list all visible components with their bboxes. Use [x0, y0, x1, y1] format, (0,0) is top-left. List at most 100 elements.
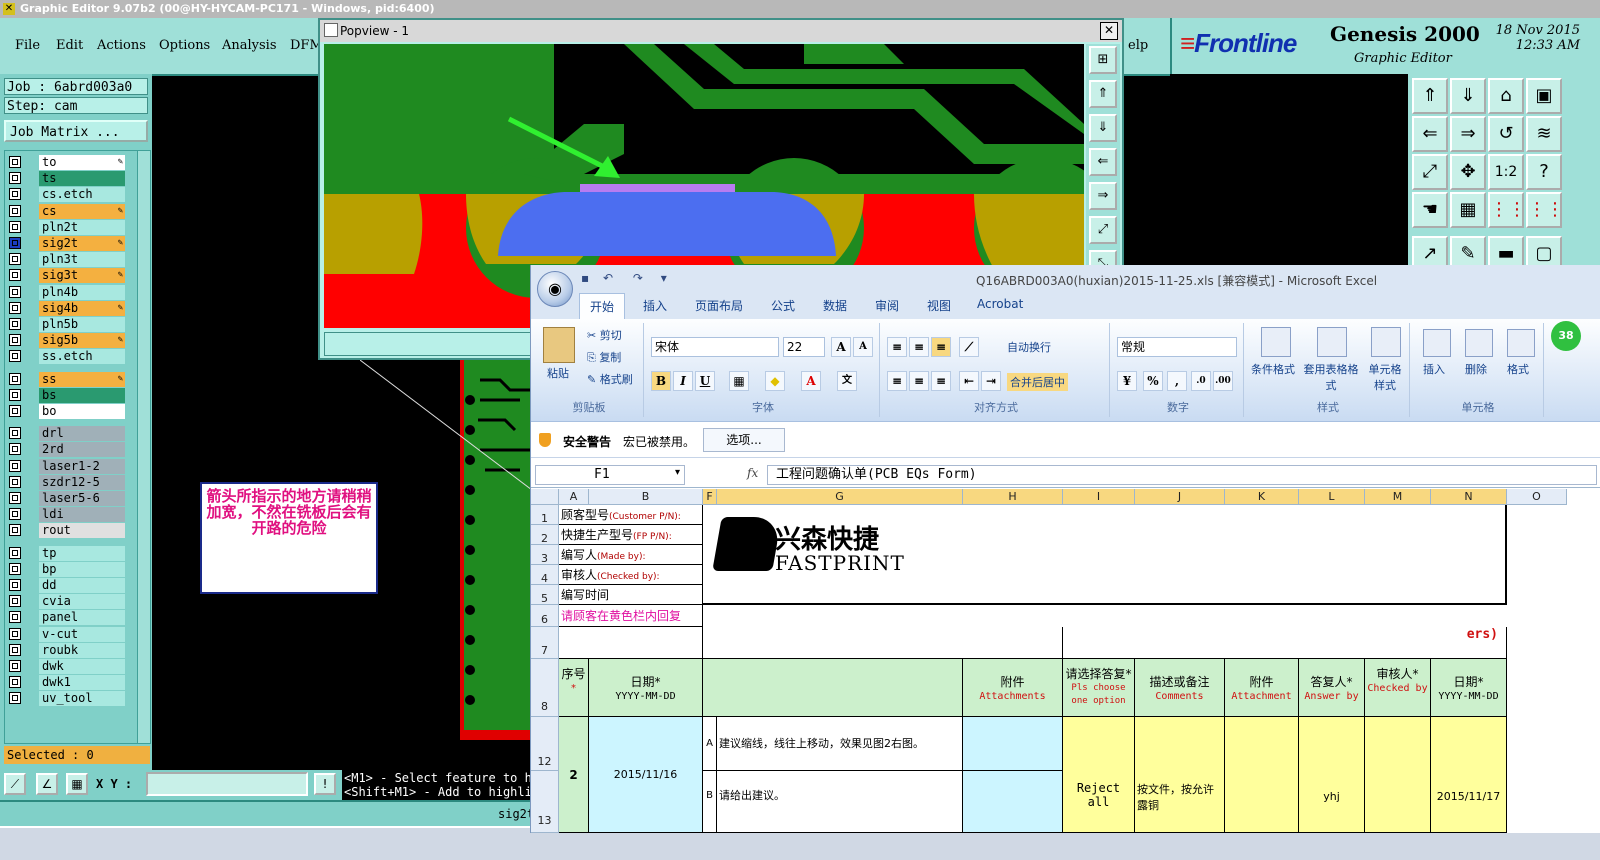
tab-page-layout[interactable]: 页面布局	[695, 297, 743, 314]
item-no[interactable]: 2	[559, 717, 589, 833]
layer-checkbox[interactable]	[9, 350, 21, 363]
formula-input[interactable]: 工程问题确认单(PCB EQs Form)	[767, 465, 1597, 485]
tab-insert[interactable]: 插入	[643, 297, 667, 314]
menu-edit[interactable]: Edit	[56, 38, 83, 53]
layer-row[interactable]: v-cut	[5, 626, 125, 642]
layer-name[interactable]: dwk1	[39, 675, 125, 691]
layer-row[interactable]: sig2t ✎	[5, 236, 125, 251]
font-size-combo[interactable]: 22	[783, 337, 825, 357]
layer-name[interactable]: ss.etch	[39, 349, 125, 365]
reply-attachment[interactable]	[1225, 717, 1299, 833]
name-box[interactable]: F1	[535, 465, 685, 485]
customize-qat-icon[interactable]: ▾	[661, 271, 667, 285]
layer-checkbox[interactable]	[9, 237, 21, 249]
insert-cells-icon[interactable]	[1423, 329, 1451, 357]
layer-name[interactable]: panel	[39, 610, 125, 626]
align-top-icon[interactable]: ≡	[887, 337, 907, 357]
worksheet-grid[interactable]: A B F G H I J K L M N O 1 2 3 4 5 6 7 8 …	[531, 489, 1600, 833]
column-header[interactable]: J	[1135, 489, 1225, 505]
option-b-attachment[interactable]	[963, 771, 1063, 833]
layer-row[interactable]: szdr12-5	[5, 474, 125, 490]
layer-row[interactable]: ss ✎	[5, 371, 125, 387]
close-icon[interactable]: ✕	[1100, 22, 1118, 40]
hand-icon[interactable]: ☚	[1412, 192, 1448, 228]
layer-row[interactable]: dwk	[5, 659, 125, 674]
align-bottom-icon[interactable]: ≡	[931, 337, 951, 357]
tab-review[interactable]: 审阅	[875, 297, 899, 314]
layer-name[interactable]: drl	[39, 426, 125, 442]
layer-name[interactable]: pln5b	[39, 317, 125, 332]
layer-name[interactable]: pln4b	[39, 284, 125, 300]
window-icon[interactable]: ▣	[1526, 78, 1562, 114]
fx-icon[interactable]: fx	[747, 466, 758, 480]
security-options-button[interactable]: 选项...	[703, 428, 785, 452]
redraw-icon[interactable]: ≋	[1526, 116, 1562, 152]
layer-checkbox[interactable]	[9, 204, 21, 217]
pv-zoom-in-icon[interactable]: ⤢	[1089, 216, 1117, 244]
pv-down-icon[interactable]: ⇓	[1089, 114, 1117, 142]
column-header[interactable]: H	[963, 489, 1063, 505]
layer-name[interactable]: sig5b ✎	[39, 333, 125, 349]
scale-icon[interactable]: 1:2	[1488, 154, 1524, 190]
home-icon[interactable]: ⌂	[1488, 78, 1524, 114]
column-header[interactable]: F	[703, 489, 717, 505]
layer-name[interactable]: to ✎	[39, 155, 125, 170]
zoom-fit-icon[interactable]: ⤢	[1412, 154, 1448, 190]
layer-name[interactable]: sig3t ✎	[39, 268, 125, 284]
xy-input[interactable]	[146, 772, 308, 796]
layer-name[interactable]: bs	[39, 387, 125, 403]
border-icon[interactable]: ▦	[729, 371, 749, 391]
italic-icon[interactable]: I	[673, 371, 693, 391]
paste-button[interactable]: 粘贴	[547, 365, 569, 381]
layer-checkbox[interactable]	[9, 172, 21, 185]
layer-checkbox[interactable]	[9, 643, 21, 656]
conditional-format-button[interactable]: 条件格式	[1251, 361, 1295, 377]
layer-row[interactable]: laser1-2	[5, 458, 125, 474]
orientation-icon[interactable]: ⟋	[959, 337, 979, 357]
column-header[interactable]: G	[717, 489, 963, 505]
measure-icon[interactable]: ∠	[36, 773, 58, 795]
layer-checkbox[interactable]	[9, 269, 21, 282]
row-header[interactable]: 13	[531, 771, 559, 833]
layer-down-icon[interactable]: ⇓	[1450, 78, 1486, 114]
layer-row[interactable]: pln5b	[5, 317, 125, 332]
currency-icon[interactable]: ¥	[1117, 371, 1137, 391]
row-header[interactable]: 7	[531, 627, 559, 659]
layer-checkbox[interactable]	[9, 595, 21, 608]
layer-checkbox[interactable]	[9, 579, 21, 591]
tab-acrobat[interactable]: Acrobat	[977, 297, 1023, 311]
delete-cells-icon[interactable]	[1465, 329, 1493, 357]
layer-compare-icon[interactable]: ⋮⋮	[1488, 192, 1526, 228]
layer-list-scrollbar[interactable]	[137, 150, 151, 744]
alert-icon[interactable]: !	[314, 773, 336, 795]
reply-checked-by[interactable]	[1365, 717, 1431, 833]
layer-checkbox[interactable]	[9, 508, 21, 521]
layer-checkbox[interactable]	[9, 611, 21, 624]
bold-icon[interactable]: B	[651, 371, 671, 391]
tab-data[interactable]: 数据	[823, 297, 847, 314]
decrease-decimal-icon[interactable]: .00	[1213, 371, 1233, 391]
zoom-center-icon[interactable]: ✥	[1450, 154, 1486, 190]
paste-icon[interactable]	[543, 327, 575, 363]
table-style-button[interactable]: 套用表格格式	[1303, 361, 1359, 393]
layer-row[interactable]: ss.etch	[5, 349, 125, 365]
layer-row[interactable]: bs	[5, 387, 125, 403]
layer-checkbox[interactable]	[9, 188, 21, 201]
layer-row[interactable]: ldi	[5, 507, 125, 523]
format-cells-icon[interactable]	[1507, 329, 1535, 357]
redo-icon[interactable]: ↷	[633, 271, 643, 285]
cut-button[interactable]: ✂ 剪切	[587, 327, 622, 343]
layer-name[interactable]: dd	[39, 578, 125, 593]
option-a-attachment[interactable]	[963, 717, 1063, 771]
row-header[interactable]: 12	[531, 717, 559, 771]
job-matrix-button[interactable]: Job Matrix ...	[4, 120, 148, 142]
layer-name[interactable]: tp	[39, 545, 125, 561]
layer-checkbox[interactable]	[9, 220, 21, 233]
undo-icon[interactable]: ↶	[603, 271, 613, 285]
copy-button[interactable]: ⎘ 复制	[587, 349, 621, 365]
layer-row[interactable]: rout	[5, 523, 125, 539]
layer-row[interactable]: pln3t	[5, 252, 125, 268]
layer-checkbox[interactable]	[9, 427, 21, 440]
layer-name[interactable]: sig4b ✎	[39, 300, 125, 316]
tab-formulas[interactable]: 公式	[771, 297, 795, 314]
